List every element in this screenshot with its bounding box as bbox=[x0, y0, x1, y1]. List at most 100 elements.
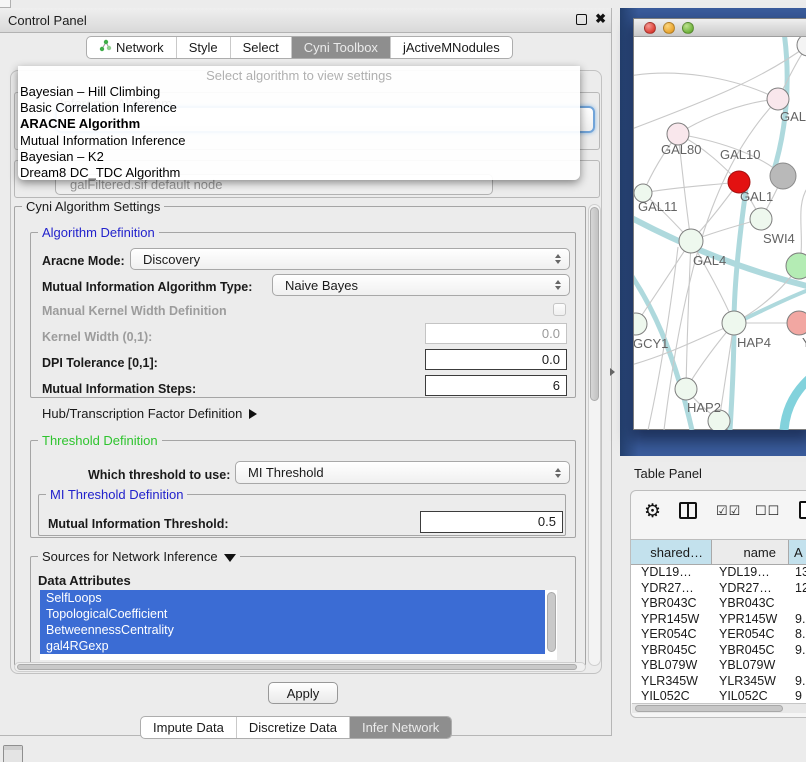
cell: YDL19… bbox=[631, 565, 712, 581]
dropdown-item[interactable]: Bayesian – Hill Climbing bbox=[18, 84, 580, 100]
node-swi4[interactable] bbox=[786, 253, 806, 279]
cell: YDL19… bbox=[712, 565, 789, 581]
tab-style[interactable]: Style bbox=[176, 37, 230, 58]
node-label: GAL80 bbox=[661, 142, 701, 157]
mi-algorithm-type-label: Mutual Information Algorithm Type: bbox=[42, 280, 252, 294]
kernel-width-field[interactable]: 0.0 bbox=[425, 323, 567, 344]
select-all-columns-icon[interactable]: ☑☑ bbox=[716, 503, 741, 519]
tab-label: Infer Network bbox=[362, 717, 439, 738]
which-threshold-combo[interactable]: MI Threshold bbox=[235, 461, 570, 484]
tab-select[interactable]: Select bbox=[230, 37, 291, 58]
cell: YBR045C bbox=[631, 643, 712, 659]
dropdown-item[interactable]: Bayesian – K2 bbox=[18, 149, 580, 165]
hub-tf-definition-toggle[interactable]: Hub/Transcription Factor Definition bbox=[42, 406, 257, 421]
column-header-partial[interactable]: A bbox=[789, 540, 806, 564]
cell: 12 bbox=[789, 581, 806, 597]
settings-vertical-scrollbar[interactable] bbox=[588, 204, 601, 666]
tab-discretize-data[interactable]: Discretize Data bbox=[236, 717, 349, 738]
cell: YPR145W bbox=[712, 612, 789, 628]
table-row[interactable]: YDL19…YDL19…13 bbox=[631, 565, 806, 581]
export-table-icon[interactable] bbox=[799, 501, 806, 519]
data-attributes-list[interactable]: SelfLoops TopologicalCoefficient Between… bbox=[40, 590, 557, 660]
scrollbar-thumb[interactable] bbox=[590, 207, 599, 401]
corner-tab bbox=[0, 0, 11, 8]
settings-horizontal-scrollbar[interactable] bbox=[14, 662, 586, 672]
cell: YLR345W bbox=[631, 674, 712, 690]
scrollbar-thumb[interactable] bbox=[635, 705, 783, 712]
mi-algorithm-type-value: Naive Bayes bbox=[285, 278, 358, 293]
node-gray[interactable] bbox=[770, 163, 796, 189]
node-label: GAL11 bbox=[638, 199, 678, 214]
mi-algorithm-type-combo[interactable]: Naive Bayes bbox=[272, 274, 570, 296]
node-gal7[interactable] bbox=[767, 88, 789, 110]
gear-icon[interactable]: ⚙ bbox=[644, 500, 661, 523]
tab-impute-data[interactable]: Impute Data bbox=[141, 717, 236, 738]
minimized-window-icon[interactable] bbox=[3, 745, 23, 762]
tab-jactivemnodules[interactable]: jActiveMNodules bbox=[390, 37, 512, 58]
dropdown-prompt: Select algorithm to view settings bbox=[18, 68, 580, 84]
table-row[interactable]: YPR145WYPR145W9. bbox=[631, 612, 806, 628]
dpi-tolerance-field[interactable]: 0.0 bbox=[425, 349, 567, 370]
network-window-titlebar[interactable] bbox=[634, 19, 806, 37]
table-horizontal-scrollbar[interactable] bbox=[632, 703, 806, 713]
table-row[interactable]: YDR27…YDR27…12 bbox=[631, 581, 806, 597]
node-partial-top[interactable] bbox=[797, 37, 806, 56]
column-header-shared-name[interactable]: shared… bbox=[631, 540, 712, 564]
node-hap2[interactable] bbox=[675, 378, 697, 400]
list-item[interactable]: SelfLoops bbox=[40, 590, 545, 606]
tab-cyni-toolbox[interactable]: Cyni Toolbox bbox=[291, 37, 390, 58]
table-row[interactable]: YER054CYER054C8. bbox=[631, 627, 806, 643]
sources-group-title[interactable]: Sources for Network Inference bbox=[38, 549, 240, 564]
column-header-name[interactable]: name bbox=[712, 540, 789, 564]
table-row[interactable]: YBL079WYBL079W bbox=[631, 658, 806, 674]
node-label: GCY1 bbox=[634, 336, 668, 351]
list-item[interactable]: gal4RGexp bbox=[40, 638, 545, 654]
manual-kernel-width-checkbox[interactable] bbox=[553, 303, 566, 316]
close-traffic-light[interactable] bbox=[644, 22, 656, 34]
control-panel-tabs: Network Style Select Cyni Toolbox jActiv… bbox=[86, 36, 513, 59]
node-salmon[interactable] bbox=[787, 311, 806, 335]
list-scrollbar[interactable] bbox=[547, 592, 556, 652]
sources-title-label: Sources for Network Inference bbox=[42, 549, 218, 564]
list-item[interactable]: BetweennessCentrality bbox=[40, 622, 545, 638]
table-row[interactable]: YLR345WYLR345W9. bbox=[631, 674, 806, 690]
list-item[interactable]: TopologicalCoefficient bbox=[40, 606, 545, 622]
cell: 9. bbox=[789, 674, 806, 690]
node-hap4[interactable] bbox=[722, 311, 746, 335]
split-columns-icon[interactable] bbox=[679, 502, 697, 519]
node-label: GAL bbox=[780, 109, 806, 124]
table-row[interactable]: YBR045CYBR045C9. bbox=[631, 643, 806, 659]
aracne-mode-combo[interactable]: Discovery bbox=[130, 248, 570, 270]
dropdown-item-selected[interactable]: ARACNE Algorithm bbox=[18, 116, 580, 132]
mi-threshold-field[interactable]: 0.5 bbox=[420, 511, 563, 533]
zoom-traffic-light[interactable] bbox=[682, 22, 694, 34]
node-gal1[interactable] bbox=[750, 208, 772, 230]
close-icon[interactable]: ✖ bbox=[595, 11, 606, 27]
table-row[interactable]: YIL052CYIL052C9 bbox=[631, 689, 806, 703]
float-window-icon[interactable] bbox=[576, 14, 587, 25]
splitter-arrow-icon[interactable] bbox=[610, 368, 615, 376]
dropdown-item[interactable]: Dream8 DC_TDC Algorithm bbox=[18, 165, 580, 181]
tab-label: Style bbox=[189, 37, 218, 58]
node-gcy1[interactable] bbox=[634, 313, 647, 335]
dropdown-item[interactable]: Mutual Information Inference bbox=[18, 133, 580, 149]
dropdown-item[interactable]: Basic Correlation Inference bbox=[18, 100, 580, 116]
tab-label: jActiveMNodules bbox=[403, 37, 500, 58]
table-row[interactable]: YBR043CYBR043C bbox=[631, 596, 806, 612]
cell: 9. bbox=[789, 643, 806, 659]
apply-button[interactable]: Apply bbox=[268, 682, 338, 704]
stepper-icon bbox=[555, 254, 561, 264]
tab-infer-network[interactable]: Infer Network bbox=[349, 717, 451, 738]
tab-network[interactable]: Network bbox=[87, 37, 176, 58]
deselect-all-columns-icon[interactable]: ☐☐ bbox=[755, 503, 780, 519]
node-gal4[interactable] bbox=[679, 229, 703, 253]
stepper-icon bbox=[555, 468, 561, 478]
mi-steps-label: Mutual Information Steps: bbox=[42, 382, 196, 396]
network-canvas[interactable]: GAL GAL80 GAL10 GAL11 GAL1 SWI4 GAL4 GCY… bbox=[634, 37, 806, 430]
mi-steps-field[interactable]: 6 bbox=[425, 375, 567, 396]
table-toolbar: ⚙ ☑☑ ☐☐ bbox=[631, 491, 806, 535]
tab-label: Discretize Data bbox=[249, 717, 337, 738]
minimize-traffic-light[interactable] bbox=[663, 22, 675, 34]
scrollbar-thumb[interactable] bbox=[17, 664, 577, 670]
network-view-window[interactable]: GAL GAL80 GAL10 GAL11 GAL1 SWI4 GAL4 GCY… bbox=[633, 18, 806, 430]
